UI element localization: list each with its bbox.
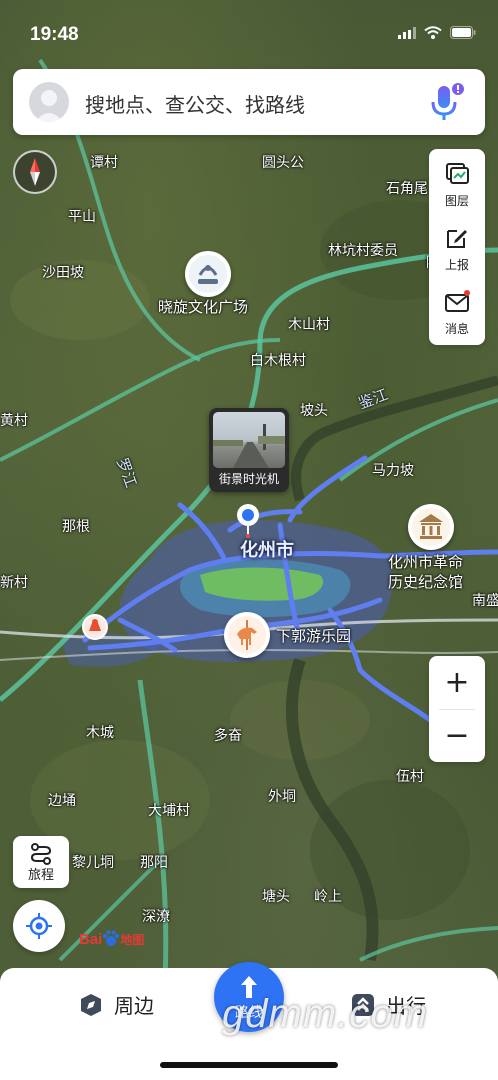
place-label: 木山村: [288, 317, 330, 333]
battery-icon: [450, 26, 476, 39]
trip-label: 旅程: [27, 868, 54, 883]
mail-icon: [445, 290, 470, 312]
poi-label-museum[interactable]: 化州市革命 历史纪念馆: [388, 552, 463, 592]
status-time: 19:48: [30, 24, 79, 45]
poi-marker-wenhua[interactable]: [185, 251, 231, 297]
zoom-controls: + −: [429, 656, 485, 762]
fountain-icon: [189, 255, 227, 293]
nearby-compass-icon: [81, 993, 101, 1016]
edit-report-icon: [447, 230, 467, 248]
route-icon: [30, 843, 52, 865]
place-label: 圆头公: [262, 155, 304, 171]
layers-button[interactable]: 图层: [429, 151, 485, 215]
compass-button[interactable]: [13, 150, 57, 194]
location-pin-icon[interactable]: [235, 502, 261, 538]
satellite-map[interactable]: 化州市 晓旋文化广场 化州市革命 历史纪念馆 下郭游乐园 鉴江 罗江 谭村 圆头…: [0, 0, 498, 1080]
wifi-icon: [424, 26, 442, 39]
voice-mic-icon[interactable]: [425, 80, 465, 124]
trip-button[interactable]: 旅程: [13, 836, 69, 888]
place-label: 平山: [68, 209, 96, 225]
compass-icon: [30, 158, 40, 186]
status-bar: 19:48: [0, 0, 498, 60]
place-label: 塘头: [262, 889, 290, 905]
place-label: 新村: [0, 575, 28, 591]
place-label: 伍村: [396, 769, 424, 785]
place-label: 外垌: [268, 789, 296, 805]
place-label: 谭村: [90, 155, 118, 171]
poi-label-park[interactable]: 下郭游乐园: [276, 625, 351, 646]
user-avatar-icon: [35, 90, 63, 122]
animal-icon: [84, 616, 106, 638]
place-label: 大埔村: [148, 803, 190, 819]
place-label: 白木根村: [250, 353, 306, 369]
search-input[interactable]: 搜地点、查公交、找路线: [85, 89, 305, 118]
place-label: 林坑村委员: [328, 243, 398, 259]
locate-me-button[interactable]: [13, 900, 65, 952]
watermark: gdmm.com: [222, 992, 428, 1036]
cellular-signal-icon: [398, 26, 416, 39]
place-label: 木城: [86, 725, 114, 741]
poi-marker-park[interactable]: [224, 612, 270, 658]
place-label: 黎儿垌: [72, 855, 114, 871]
search-bar[interactable]: 搜地点、查公交、找路线: [13, 69, 485, 135]
poi-marker-zoo[interactable]: [82, 614, 108, 640]
place-label: 那阳: [140, 855, 168, 871]
city-label: 化州市: [240, 540, 294, 561]
report-button[interactable]: 上报: [429, 215, 485, 279]
poi-label-wenhua[interactable]: 晓旋文化广场: [158, 296, 248, 317]
tab-nearby-label: 周边: [114, 994, 154, 1018]
place-label: 石角尾: [386, 181, 428, 197]
streetview-thumbnail: [213, 412, 285, 468]
place-label: 岭上: [314, 889, 342, 905]
streetview-time-machine[interactable]: 街景时光机: [209, 408, 289, 492]
baidu-map-logo: Bai du地图: [79, 930, 145, 948]
streetview-label: 街景时光机: [218, 472, 279, 486]
place-label: 深潦: [142, 909, 170, 925]
place-label: 那根: [62, 519, 90, 535]
report-label: 上报: [444, 258, 469, 272]
baidu-paw-icon: [103, 930, 120, 946]
messages-button[interactable]: 消息: [429, 279, 485, 343]
poi-marker-museum[interactable]: [408, 504, 454, 550]
place-label: 沙田坡: [42, 265, 84, 281]
layers-icon: [446, 163, 469, 184]
layers-label: 图层: [444, 194, 469, 208]
zoom-in-button[interactable]: +: [429, 656, 485, 709]
messages-label: 消息: [444, 322, 469, 336]
map-tools-panel: 图层 上报 消息: [429, 149, 485, 345]
place-label: 多奋: [214, 728, 242, 744]
place-label: 黄村: [0, 413, 28, 429]
place-label: 边埇: [48, 793, 76, 809]
locate-crosshair-icon: [26, 913, 52, 939]
museum-icon: [412, 508, 450, 546]
tab-nearby[interactable]: 周边: [78, 990, 154, 1019]
place-label: 马力坡: [372, 463, 414, 479]
home-indicator[interactable]: [160, 1062, 338, 1068]
carousel-horse-icon: [228, 616, 266, 654]
place-label: 坡头: [300, 403, 328, 419]
zoom-out-button[interactable]: −: [429, 709, 485, 762]
avatar[interactable]: [29, 82, 69, 122]
place-label: 南盛: [472, 593, 498, 609]
